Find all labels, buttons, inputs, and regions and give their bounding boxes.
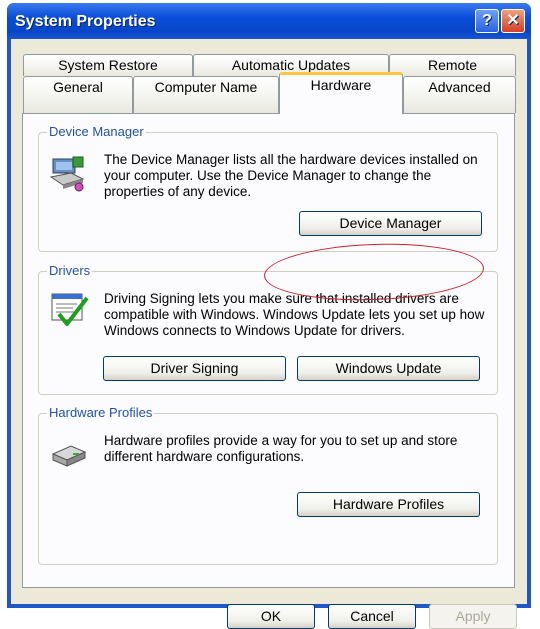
group-label: Device Manager (47, 124, 146, 139)
window-title: System Properties (15, 13, 156, 30)
system-properties-window: System Properties ? ✕ System Restore Aut… (7, 3, 531, 629)
tab-advanced[interactable]: Advanced (403, 76, 516, 113)
close-button[interactable]: ✕ (501, 9, 525, 33)
tab-general[interactable]: General (23, 76, 133, 113)
tab-label: System Restore (58, 57, 158, 73)
device-manager-group: Device Manager The Device Manager lists … (38, 124, 498, 252)
help-button[interactable]: ? (475, 9, 499, 33)
tab-system-restore[interactable]: System Restore (23, 54, 193, 76)
hardware-profiles-description: Hardware profiles provide a way for you … (104, 433, 458, 464)
tab-label: General (53, 79, 103, 95)
ok-button[interactable]: OK (227, 604, 315, 629)
button-label: OK (260, 608, 282, 624)
group-label: Hardware Profiles (47, 405, 155, 420)
help-icon: ? (482, 12, 492, 29)
dialog-client-area: System Restore Automatic Updates Remote … (11, 39, 527, 629)
cancel-button[interactable]: Cancel (328, 604, 416, 629)
hardware-profile-icon (49, 434, 89, 473)
button-label: Windows Update (335, 360, 442, 376)
apply-button[interactable]: Apply (429, 604, 517, 629)
tab-label: Remote (427, 57, 478, 73)
button-label: Device Manager (339, 215, 442, 231)
tab-hardware[interactable]: Hardware (279, 72, 403, 114)
device-manager-icon (49, 153, 89, 196)
button-label: Hardware Profiles (332, 496, 445, 512)
drivers-description: Driving Signing lets you make sure that … (104, 291, 485, 338)
tab-label: Advanced (428, 79, 491, 95)
title-bar[interactable]: System Properties ? ✕ (7, 3, 531, 39)
windows-update-button[interactable]: Windows Update (297, 356, 480, 381)
tab-remote[interactable]: Remote (389, 54, 516, 76)
hardware-tab-panel: Device Manager The Device Manager lists … (22, 113, 515, 588)
tab-label: Hardware (310, 77, 372, 93)
close-icon: ✕ (506, 12, 520, 29)
tab-label: Computer Name (154, 79, 258, 95)
tab-computer-name[interactable]: Computer Name (133, 76, 279, 113)
hardware-profiles-group: Hardware Profiles Hardware profiles prov… (38, 405, 498, 565)
driver-signing-button[interactable]: Driver Signing (103, 356, 286, 381)
button-label: Driver Signing (150, 360, 239, 376)
driver-signing-icon (49, 292, 89, 331)
device-manager-description: The Device Manager lists all the hardwar… (104, 152, 478, 199)
device-manager-button[interactable]: Device Manager (299, 211, 482, 236)
button-label: Cancel (350, 608, 394, 624)
tab-label: Automatic Updates (231, 57, 351, 73)
button-label: Apply (455, 608, 491, 624)
hardware-profiles-button[interactable]: Hardware Profiles (297, 492, 480, 517)
group-label: Drivers (47, 263, 93, 278)
